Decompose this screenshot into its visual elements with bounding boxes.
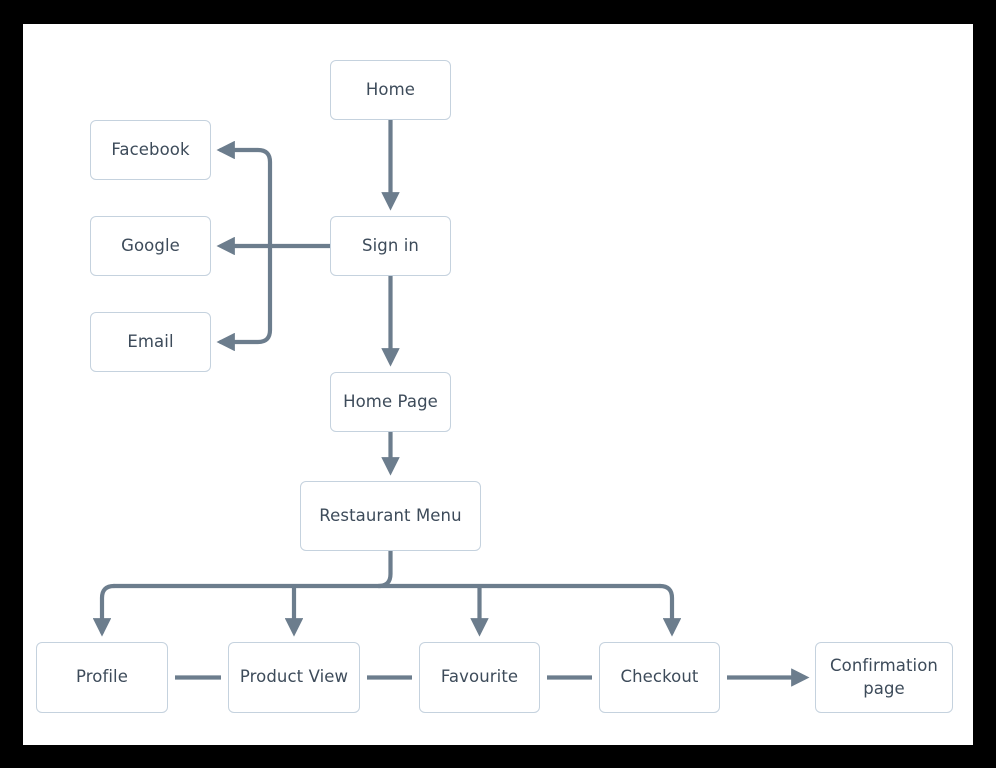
node-favourite-label: Favourite <box>440 667 519 687</box>
node-sign-in[interactable]: Sign in <box>330 216 451 276</box>
node-google[interactable]: Google <box>90 216 211 276</box>
node-checkout[interactable]: Checkout <box>599 642 720 713</box>
edge-restaurant-to-checkout <box>657 583 682 637</box>
node-email[interactable]: Email <box>90 312 211 372</box>
node-sign-in-label: Sign in <box>362 235 419 255</box>
edge-signin-to-email <box>216 243 273 352</box>
edge-restaurant-to-profile <box>92 583 117 637</box>
node-profile-label: Profile <box>75 667 128 687</box>
node-confirmation-page[interactable]: Confirmation page <box>815 642 953 713</box>
node-restaurant-menu-label: Restaurant Menu <box>319 505 462 525</box>
node-restaurant-menu[interactable]: Restaurant Menu <box>300 481 481 551</box>
node-checkout-label: Checkout <box>620 667 699 687</box>
node-facebook-label: Facebook <box>111 139 190 159</box>
edge-restaurant-bus-drop <box>376 548 393 589</box>
node-home[interactable]: Home <box>330 60 451 120</box>
node-home-label: Home <box>365 79 416 99</box>
node-google-label: Google <box>121 235 180 255</box>
node-facebook[interactable]: Facebook <box>90 120 211 180</box>
node-home-page-label: Home Page <box>343 391 438 411</box>
diagram-frame: Home Facebook Google Email Sign in Home … <box>23 24 973 745</box>
node-home-page[interactable]: Home Page <box>330 372 451 432</box>
node-email-label: Email <box>127 331 174 351</box>
node-profile[interactable]: Profile <box>36 642 168 713</box>
node-favourite[interactable]: Favourite <box>419 642 540 713</box>
edge-signin-to-facebook <box>216 140 273 249</box>
node-confirmation-page-label: Confirmation page <box>830 656 938 698</box>
node-product-view-label: Product View <box>239 667 349 687</box>
node-product-view[interactable]: Product View <box>228 642 360 713</box>
